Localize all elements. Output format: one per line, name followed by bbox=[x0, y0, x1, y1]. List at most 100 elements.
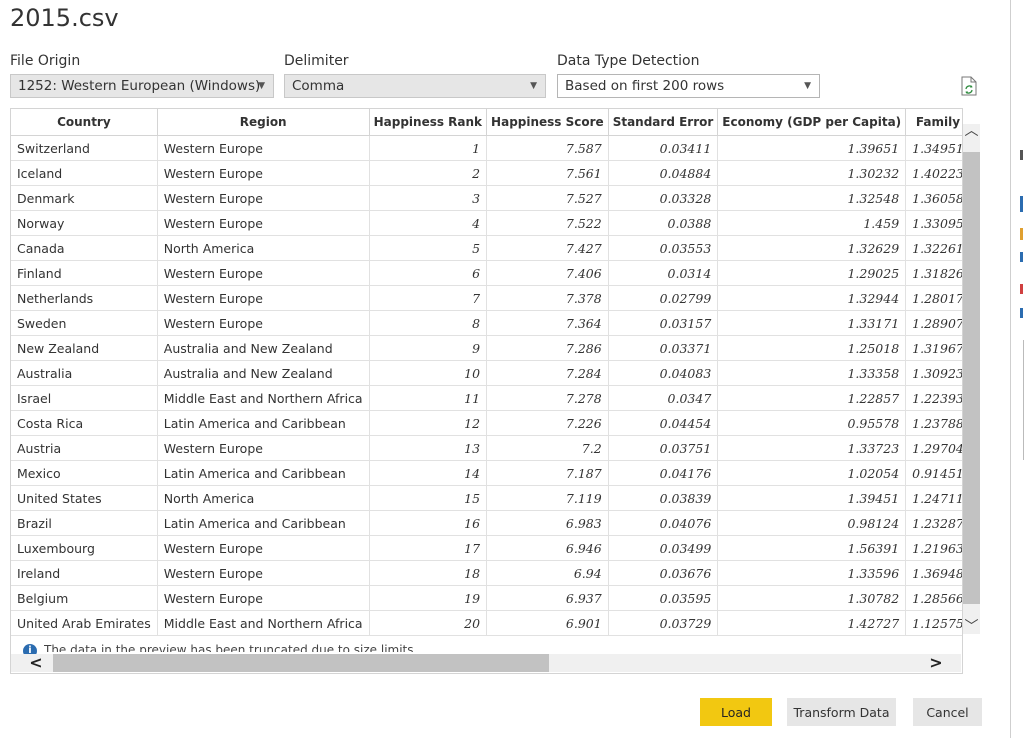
table-row: Switzerland Western Europe 1 7.587 0.03411 1.… bbox=[11, 135, 962, 161]
table-row: United States North America 15 7.119 0.03839… bbox=[11, 485, 962, 511]
table-cell: 7.364 bbox=[486, 310, 609, 336]
table-cell: 0.02799 bbox=[608, 285, 719, 311]
table-cell: 1.22393 bbox=[905, 385, 962, 411]
table-row: Ireland Western Europe 18 6.94 0.03676 1.3359… bbox=[11, 560, 962, 586]
table-cell: 7.2 bbox=[486, 435, 609, 461]
table-cell: 0.0388 bbox=[608, 210, 719, 236]
file-origin-dropdown[interactable]: 1252: Western European (Windows) ▼ bbox=[10, 74, 274, 98]
chevron-down-icon: ▼ bbox=[804, 81, 811, 91]
table-cell: 0.03328 bbox=[608, 185, 719, 211]
horizontal-scroll-thumb[interactable] bbox=[53, 654, 549, 672]
dialog-title: 2015.csv bbox=[10, 4, 119, 32]
scroll-down-icon[interactable]: ﹀ bbox=[963, 618, 980, 636]
table-row: Australia Australia and New Zealand 10 7.28… bbox=[11, 360, 962, 386]
table-cell: 1.23788 bbox=[905, 410, 962, 436]
scroll-left-icon[interactable]: < bbox=[25, 654, 47, 672]
table-cell: 1.33723 bbox=[717, 435, 907, 461]
table-cell: New Zealand bbox=[11, 335, 158, 361]
table-row: Netherlands Western Europe 7 7.378 0.02799 1.… bbox=[11, 285, 962, 311]
table-cell: 9 bbox=[369, 335, 488, 361]
table-cell: Western Europe bbox=[157, 185, 370, 211]
load-button[interactable]: Load bbox=[700, 698, 772, 726]
table-cell: 1.33171 bbox=[717, 310, 907, 336]
column-header[interactable]: Happiness Score bbox=[486, 109, 609, 136]
table-row: Israel Middle East and Northern Africa 11 7… bbox=[11, 385, 962, 411]
table-cell: 1.25018 bbox=[717, 335, 907, 361]
table-cell: 7.527 bbox=[486, 185, 609, 211]
table-row: Brazil Latin America and Caribbean 16 6.983… bbox=[11, 510, 962, 536]
table-cell: 1.39651 bbox=[717, 135, 907, 161]
table-row: Iceland Western Europe 2 7.561 0.04884 1.3023… bbox=[11, 160, 962, 186]
table-cell: 12 bbox=[369, 410, 488, 436]
table-cell: 6.937 bbox=[486, 585, 609, 611]
table-cell: 1.32944 bbox=[717, 285, 907, 311]
vertical-scroll-thumb[interactable] bbox=[963, 152, 980, 604]
table-cell: 7.427 bbox=[486, 235, 609, 261]
table-cell: Netherlands bbox=[11, 285, 158, 311]
delimiter-dropdown[interactable]: Comma ▼ bbox=[284, 74, 546, 98]
table-cell: Finland bbox=[11, 260, 158, 286]
table-cell: 11 bbox=[369, 385, 488, 411]
column-header[interactable]: Region bbox=[157, 109, 370, 136]
column-header[interactable]: Country bbox=[11, 109, 158, 136]
column-header[interactable]: Economy (GDP per Capita) bbox=[717, 109, 907, 136]
table-row: Canada North America 5 7.427 0.03553 1.32629 1… bbox=[11, 235, 962, 261]
table-cell: Sweden bbox=[11, 310, 158, 336]
scroll-right-icon[interactable]: > bbox=[925, 654, 947, 672]
table-cell: 3 bbox=[369, 185, 488, 211]
table-cell: 1.28566 bbox=[905, 585, 962, 611]
table-cell: 8 bbox=[369, 310, 488, 336]
table-cell: 1.33095 bbox=[905, 210, 962, 236]
horizontal-scrollbar[interactable]: < > bbox=[11, 654, 961, 672]
table-cell: Latin America and Caribbean bbox=[157, 460, 370, 486]
table-row: Finland Western Europe 6 7.406 0.0314 1.29025… bbox=[11, 260, 962, 286]
table-cell: 0.03839 bbox=[608, 485, 719, 511]
table-cell: 7 bbox=[369, 285, 488, 311]
table-cell: 6.946 bbox=[486, 535, 609, 561]
table-cell: 1.31826 bbox=[905, 260, 962, 286]
table-row: United Arab Emirates Middle East and Nort… bbox=[11, 610, 962, 636]
table-cell: Mexico bbox=[11, 460, 158, 486]
vertical-scrollbar[interactable]: ︿ ﹀ bbox=[963, 122, 980, 636]
table-cell: 1.30232 bbox=[717, 160, 907, 186]
column-header[interactable]: Standard Error bbox=[608, 109, 719, 136]
table-cell: 0.03676 bbox=[608, 560, 719, 586]
column-header[interactable]: Family bbox=[905, 109, 962, 136]
table-cell: 7.226 bbox=[486, 410, 609, 436]
table-cell: 7.286 bbox=[486, 335, 609, 361]
cancel-button[interactable]: Cancel bbox=[913, 698, 982, 726]
transform-data-button[interactable]: Transform Data bbox=[787, 698, 896, 726]
background-window-edge bbox=[1010, 0, 1024, 738]
table-row: Belgium Western Europe 19 6.937 0.03595 1.307… bbox=[11, 585, 962, 611]
table-cell: 1.33358 bbox=[717, 360, 907, 386]
chevron-down-icon: ▼ bbox=[530, 81, 537, 91]
table-cell: 15 bbox=[369, 485, 488, 511]
table-cell: Middle East and Northern Africa bbox=[157, 610, 370, 636]
table-cell: Australia and New Zealand bbox=[157, 335, 370, 361]
table-cell: 1.34951 bbox=[905, 135, 962, 161]
table-cell: 6.901 bbox=[486, 610, 609, 636]
column-header[interactable]: Happiness Rank bbox=[369, 109, 488, 136]
table-cell: 1.31967 bbox=[905, 335, 962, 361]
table-cell: 0.04083 bbox=[608, 360, 719, 386]
table-cell: 0.04884 bbox=[608, 160, 719, 186]
table-cell: 1.24711 bbox=[905, 485, 962, 511]
data-type-detection-value: Based on first 200 rows bbox=[565, 78, 725, 94]
table-cell: 7.187 bbox=[486, 460, 609, 486]
table-cell: 7.406 bbox=[486, 260, 609, 286]
table-cell: 5 bbox=[369, 235, 488, 261]
table-cell: 6.94 bbox=[486, 560, 609, 586]
table-header-row: Country Region Happiness Rank Happiness Sco… bbox=[11, 109, 962, 136]
data-type-detection-label: Data Type Detection bbox=[557, 53, 700, 69]
table-cell: 0.95578 bbox=[717, 410, 907, 436]
data-type-detection-dropdown[interactable]: Based on first 200 rows ▼ bbox=[557, 74, 820, 98]
scroll-up-icon[interactable]: ︿ bbox=[963, 122, 980, 140]
refresh-preview-icon[interactable] bbox=[960, 76, 978, 96]
table-cell: 6.983 bbox=[486, 510, 609, 536]
table-cell: 1.28017 bbox=[905, 285, 962, 311]
table-cell: 0.03499 bbox=[608, 535, 719, 561]
table-cell: 6 bbox=[369, 260, 488, 286]
table-cell: 19 bbox=[369, 585, 488, 611]
table-cell: 1.28907 bbox=[905, 310, 962, 336]
table-cell: 7.561 bbox=[486, 160, 609, 186]
